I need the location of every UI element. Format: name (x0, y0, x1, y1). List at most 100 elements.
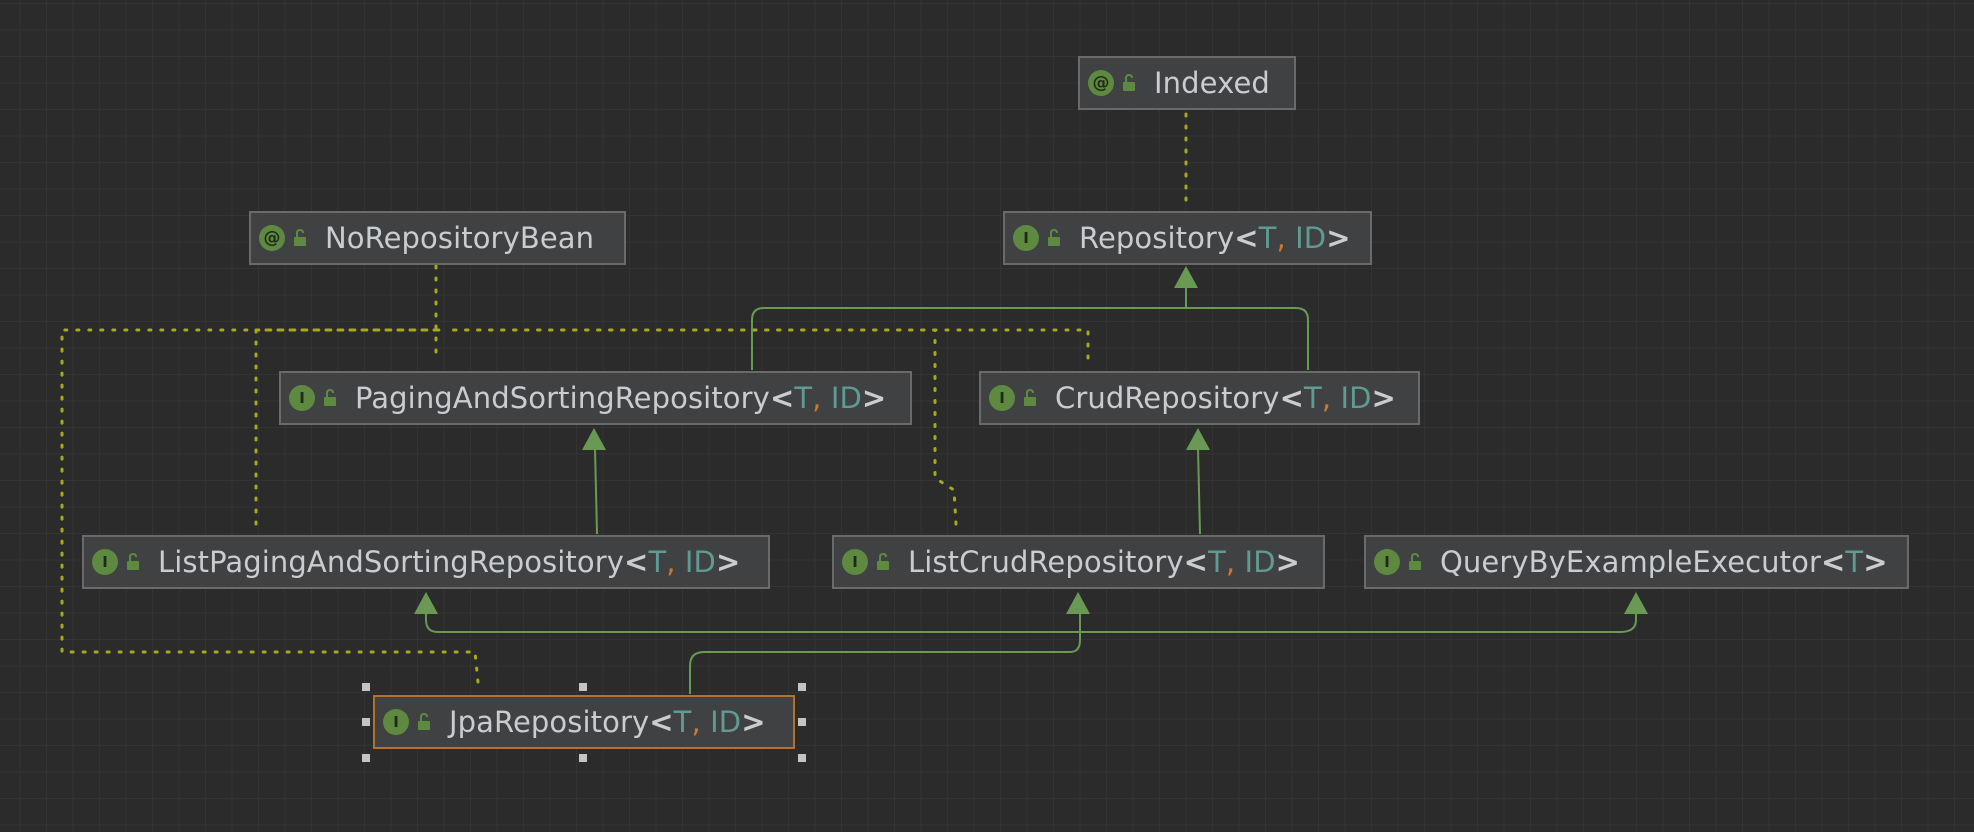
edge-crud-repository (1186, 307, 1309, 370)
edge-listcrud-crud (1197, 447, 1201, 535)
node-title: Repository<T, ID> (1079, 221, 1351, 255)
arrowhead-paging (582, 428, 606, 450)
selection-handle-nw[interactable] (362, 683, 370, 691)
public-access-icon (294, 229, 306, 246)
generic-open-bracket: < (649, 705, 674, 739)
node-title: ListPagingAndSortingRepository<T, ID> (158, 545, 740, 579)
param-separator: , (691, 705, 711, 739)
public-access-icon (1048, 229, 1060, 246)
edge-crud-norepositorybean (443, 328, 1090, 360)
edge-listpaging-norepositorybean (254, 328, 447, 526)
public-access-icon (1409, 553, 1421, 570)
param-separator: , (1225, 545, 1245, 579)
kind-badge-icon: @ (259, 225, 285, 251)
generic-open-bracket: < (1234, 221, 1259, 255)
type-name: QueryByExampleExecutor (1440, 545, 1821, 579)
node-title: QueryByExampleExecutor<T> (1440, 545, 1888, 579)
node-repository[interactable]: I Repository<T, ID> (1003, 211, 1372, 265)
type-parameter: T (1208, 545, 1226, 579)
type-parameter: ID (1244, 545, 1276, 579)
kind-badge-icon: I (989, 385, 1015, 411)
generic-close-bracket: > (861, 381, 887, 415)
param-separator: , (1321, 381, 1341, 415)
type-parameter: T (794, 381, 813, 415)
type-parameter: ID (1340, 381, 1372, 415)
node-title: CrudRepository<T, ID> (1055, 381, 1396, 415)
generic-close-bracket: > (741, 705, 766, 739)
public-access-icon (1024, 389, 1036, 406)
edge-jpa-listpaging (425, 610, 1637, 633)
kind-badge-icon: @ (1088, 70, 1114, 96)
selection-handle-n[interactable] (579, 683, 587, 691)
generic-open-bracket: < (1279, 381, 1304, 415)
node-querybyexampleexecutor[interactable]: I QueryByExampleExecutor<T> (1364, 535, 1909, 589)
kind-badge-icon: I (383, 709, 409, 735)
param-separator: , (812, 381, 831, 415)
kind-badge-icon: I (1013, 225, 1039, 251)
node-title: PagingAndSortingRepository<T, ID> (355, 381, 886, 415)
generic-close-bracket: > (1371, 381, 1396, 415)
type-name: Repository (1079, 221, 1235, 255)
generic-close-bracket: > (716, 545, 741, 579)
type-name: Indexed (1154, 66, 1270, 100)
edge-listpaging-paging (594, 447, 598, 535)
kind-badge-icon: I (289, 385, 315, 411)
generic-close-bracket: > (1863, 545, 1888, 579)
selection-handle-sw[interactable] (362, 754, 370, 762)
public-access-icon (877, 553, 889, 570)
type-parameter: ID (1295, 221, 1327, 255)
selection-handle-w[interactable] (362, 718, 370, 726)
node-title: JpaRepository<T, ID> (449, 705, 766, 739)
type-parameter: ID (684, 545, 716, 579)
kind-badge-icon: I (1374, 549, 1400, 575)
edge-jpa-listcrud (689, 610, 1081, 694)
public-access-icon (418, 713, 430, 730)
node-jparepository[interactable]: I JpaRepository<T, ID> (373, 695, 795, 749)
arrowhead-querybyexample (1624, 592, 1648, 614)
node-title: Indexed (1154, 66, 1270, 100)
public-access-icon (1123, 74, 1135, 91)
type-name: ListPagingAndSortingRepository (158, 545, 625, 579)
type-parameter: ID (830, 381, 862, 415)
node-crudrepository[interactable]: I CrudRepository<T, ID> (979, 371, 1420, 425)
edge-listcrud-norepositorybean (443, 328, 958, 526)
node-listpagingandsortingrepository[interactable]: I ListPagingAndSortingRepository<T, ID> (82, 535, 770, 589)
type-parameter: T (673, 705, 692, 739)
node-title: ListCrudRepository<T, ID> (908, 545, 1300, 579)
selection-handle-ne[interactable] (798, 683, 806, 691)
type-name: PagingAndSortingRepository (355, 381, 770, 415)
generic-open-bracket: < (769, 381, 795, 415)
node-title: NoRepositoryBean (325, 221, 594, 255)
param-separator: , (666, 545, 685, 579)
generic-open-bracket: < (624, 545, 649, 579)
type-name: CrudRepository (1055, 381, 1280, 415)
type-parameter: T (1845, 545, 1864, 579)
selection-handle-e[interactable] (798, 718, 806, 726)
generic-open-bracket: < (1821, 545, 1846, 579)
selection-handle-s[interactable] (579, 754, 587, 762)
edge-paging-repository (751, 284, 1187, 370)
type-parameter: T (1258, 221, 1277, 255)
generic-open-bracket: < (1183, 545, 1209, 579)
arrowhead-repository (1174, 266, 1198, 288)
type-name: JpaRepository (449, 705, 650, 739)
node-norepositorybean[interactable]: @ NoRepositoryBean (249, 211, 626, 265)
type-parameter: T (648, 545, 667, 579)
type-parameter: ID (710, 705, 742, 739)
arrowhead-crud (1186, 428, 1210, 450)
param-separator: , (1276, 221, 1296, 255)
generic-close-bracket: > (1275, 545, 1301, 579)
public-access-icon (324, 389, 336, 406)
node-indexed[interactable]: @ Indexed (1078, 56, 1296, 110)
arrowhead-listpaging (414, 592, 438, 614)
public-access-icon (127, 553, 139, 570)
arrowhead-listcrud (1066, 592, 1090, 614)
selection-handle-se[interactable] (798, 754, 806, 762)
type-parameter: T (1303, 381, 1322, 415)
type-name: ListCrudRepository (908, 545, 1184, 579)
node-pagingandsortingrepository[interactable]: I PagingAndSortingRepository<T, ID> (279, 371, 912, 425)
generic-close-bracket: > (1326, 221, 1351, 255)
type-name: NoRepositoryBean (325, 221, 595, 255)
kind-badge-icon: I (92, 549, 118, 575)
node-listcrudrepository[interactable]: I ListCrudRepository<T, ID> (832, 535, 1325, 589)
